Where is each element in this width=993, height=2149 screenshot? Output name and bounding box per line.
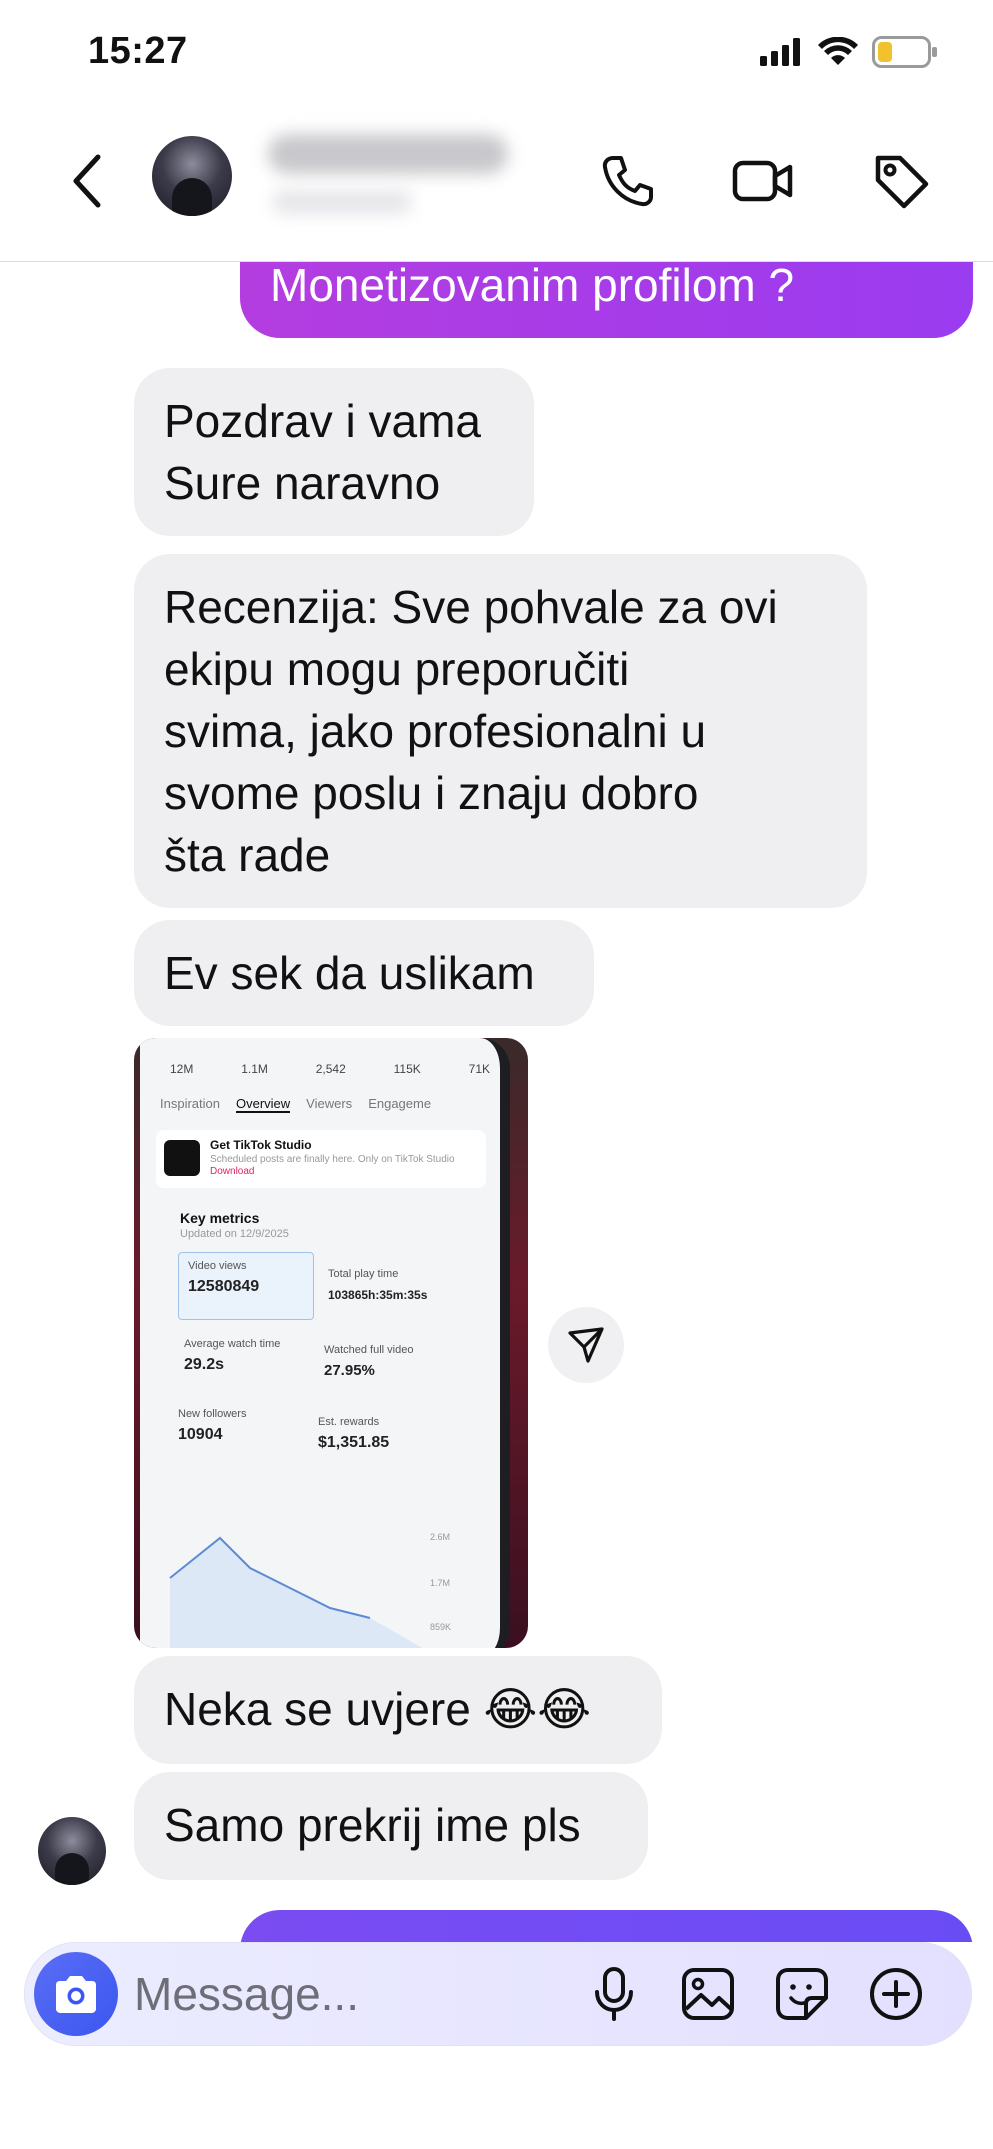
status-icons <box>760 36 938 68</box>
video-camera-icon <box>732 160 793 202</box>
voice-call-button[interactable] <box>593 146 663 216</box>
metric-value: 103865h:35m:35s <box>328 1288 428 1302</box>
chart-tick: 859K <box>430 1622 451 1632</box>
stat-value: 2,542 <box>315 1062 346 1076</box>
metric-label: New followers <box>178 1408 247 1420</box>
incoming-message[interactable]: Neka se uvjere 😂😂 <box>134 1656 662 1764</box>
status-time: 15:27 <box>88 30 188 72</box>
metrics-grid: Video views 12580849 Total play time 103… <box>178 1252 478 1512</box>
back-chevron-icon <box>73 154 101 208</box>
message-line: svome poslu i znaju dobro <box>164 767 699 819</box>
stat-value: 12M <box>170 1062 194 1076</box>
stat-value: 71K <box>468 1062 490 1076</box>
battery-icon <box>872 36 937 68</box>
tab-label: Inspiration <box>160 1096 220 1111</box>
tab-label: Engageme <box>368 1096 432 1111</box>
camera-button[interactable] <box>34 1952 118 2036</box>
phone-icon <box>602 156 653 207</box>
metric-value: 29.2s <box>184 1356 225 1373</box>
microphone-icon <box>595 1967 633 2021</box>
incoming-message[interactable]: Ev sek da uslikam <box>134 920 594 1026</box>
metric-label: Est. rewards <box>318 1416 380 1428</box>
more-options-button[interactable] <box>862 1960 930 2028</box>
message-text: Neka se uvjere 😂😂 <box>164 1683 592 1735</box>
message-text: Monetizovanim profilom ? <box>270 262 795 311</box>
chat-header <box>0 110 993 262</box>
chart-tick: 2.6M <box>430 1532 450 1542</box>
tiktok-logo-icon <box>164 1140 200 1176</box>
message-text: Samo prekrij ime pls <box>164 1799 581 1851</box>
sticker-icon <box>776 1968 828 2020</box>
message-line: ekipu mogu preporučiti <box>164 643 630 695</box>
tag-button[interactable] <box>866 146 936 216</box>
share-button[interactable] <box>548 1307 624 1383</box>
metric-label: Watched full video <box>324 1344 414 1356</box>
camera-icon <box>56 1976 96 2013</box>
metric-label: Total play time <box>328 1268 399 1280</box>
voice-message-button[interactable] <box>580 1960 648 2028</box>
contact-avatar[interactable] <box>152 136 232 216</box>
incoming-message[interactable]: Samo prekrij ime pls <box>134 1772 648 1880</box>
message-line: Sure naravno <box>164 457 441 509</box>
back-button[interactable] <box>62 146 112 216</box>
message-composer <box>24 1942 972 2046</box>
image-message[interactable]: 12M 1.1M 2,542 115K 71K Inspiration Over… <box>134 1038 528 1648</box>
gallery-icon <box>682 1968 734 2020</box>
metric-label: Average watch time <box>184 1338 281 1350</box>
contact-name-blurred[interactable] <box>268 134 508 174</box>
message-line: Recenzija: Sve pohvale za ovi <box>164 581 778 633</box>
message-line: šta rade <box>164 829 331 881</box>
metric-value: 10904 <box>178 1426 223 1443</box>
message-input[interactable] <box>134 1962 494 2026</box>
promo-text: Scheduled posts are finally here. Only o… <box>210 1154 455 1165</box>
message-list[interactable]: Monetizovanim profilom ? Pozdrav i vama … <box>0 262 993 1942</box>
tab-label: Overview <box>235 1096 291 1113</box>
plus-circle-icon <box>870 1968 922 2020</box>
stat-value: 1.1M <box>241 1062 268 1076</box>
sender-avatar[interactable] <box>38 1817 106 1885</box>
status-bar: 15:27 <box>0 0 993 110</box>
promo-title: Get TikTok Studio <box>210 1138 312 1152</box>
video-call-button[interactable] <box>728 146 798 216</box>
metric-value: 12580849 <box>188 1278 260 1295</box>
send-icon <box>568 1327 604 1363</box>
views-line-chart: 2.6M 1.7M 859K <box>169 1532 451 1648</box>
incoming-message[interactable]: Pozdrav i vama Sure naravno <box>134 368 534 536</box>
key-metrics-title: Key metrics <box>180 1210 260 1226</box>
message-text: Ev sek da uslikam <box>164 947 535 999</box>
promo-card: Get TikTok Studio Scheduled posts are fi… <box>156 1130 486 1188</box>
outgoing-message-partial[interactable] <box>240 1910 973 1942</box>
message-line: Pozdrav i vama <box>164 395 482 447</box>
gallery-button[interactable] <box>674 1960 742 2028</box>
sticker-button[interactable] <box>768 1960 836 2028</box>
updated-date: Updated on 12/9/2025 <box>180 1228 289 1240</box>
message-line: svima, jako profesionalni u <box>164 705 707 757</box>
metric-label: Video views <box>188 1260 247 1272</box>
contact-subtitle-blurred <box>272 190 412 214</box>
incoming-message[interactable]: Recenzija: Sve pohvale za ovi ekipu mogu… <box>134 554 867 908</box>
signal-icon <box>760 38 800 66</box>
stat-value: 115K <box>393 1062 421 1076</box>
metric-value: 27.95% <box>324 1362 375 1379</box>
metric-value: $1,351.85 <box>318 1434 390 1451</box>
promo-link: Download <box>210 1166 255 1177</box>
wifi-icon <box>818 37 858 65</box>
tag-icon <box>875 155 929 209</box>
tab-label: Viewers <box>306 1096 353 1111</box>
outgoing-message[interactable]: Monetizovanim profilom ? <box>240 262 973 338</box>
tiktok-analytics-screenshot: 12M 1.1M 2,542 115K 71K Inspiration Over… <box>140 1038 510 1648</box>
chart-tick: 1.7M <box>430 1578 450 1588</box>
